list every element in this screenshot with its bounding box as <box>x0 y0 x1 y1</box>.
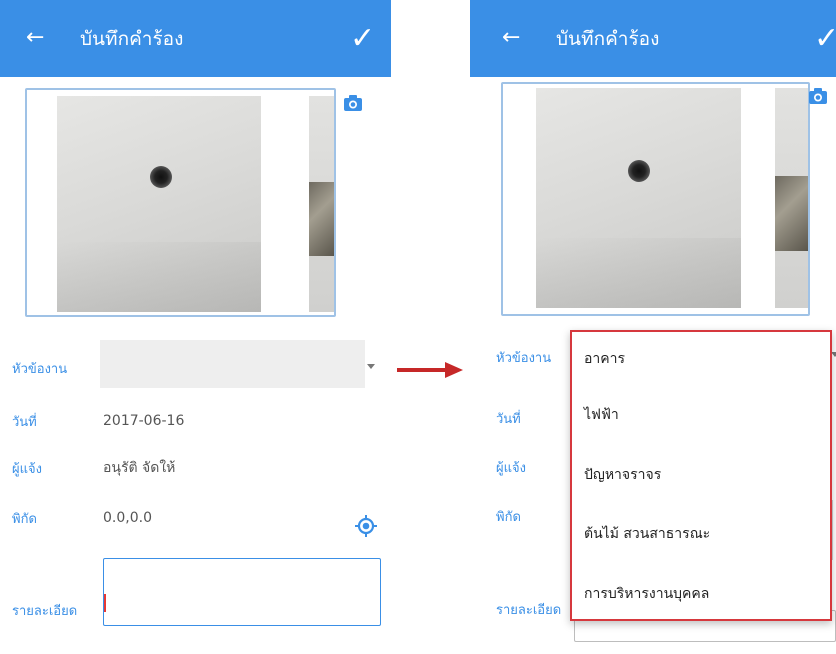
date-value: 2017-06-16 <box>103 413 185 429</box>
dropdown-option[interactable]: อาคาร <box>584 352 625 366</box>
photo-thumbnail[interactable] <box>536 88 741 308</box>
check-icon[interactable]: ✓ <box>814 24 836 54</box>
details-textarea[interactable] <box>103 558 381 626</box>
photo-shadow <box>57 242 261 312</box>
coords-value: 0.0,0.0 <box>103 510 152 526</box>
chevron-down-icon[interactable] <box>367 364 375 369</box>
photo-shadow <box>536 238 741 308</box>
camera-icon[interactable] <box>809 88 827 104</box>
date-label: วันที่ <box>12 415 37 430</box>
photo-thumbnail-partial[interactable] <box>309 96 334 312</box>
topic-dropdown-menu: อาคาร ไฟฟ้า ปัญหาจราจร ต้นไม้ สวนสาธารณะ… <box>570 330 832 621</box>
topic-select[interactable] <box>100 340 365 388</box>
text-cursor <box>104 594 106 612</box>
app-bar: ← บันทึกคำร้อง ✓ <box>0 0 391 77</box>
ceiling-light <box>150 166 172 188</box>
app-bar: ← บันทึกคำร้อง ✓ <box>470 0 836 77</box>
topic-label: หัวข้องาน <box>496 351 552 366</box>
photo-beam <box>309 182 334 256</box>
reporter-label: ผู้แจ้ง <box>12 462 42 477</box>
screen-after: ← บันทึกคำร้อง ✓ หัวข้องาน วันที่ ผู้แจ้… <box>470 0 836 654</box>
photo-gallery[interactable] <box>501 82 810 316</box>
details-label: รายละเอียด <box>12 604 78 619</box>
dropdown-option[interactable]: ไฟฟ้า <box>584 408 619 422</box>
photo-thumbnail[interactable] <box>57 96 261 312</box>
page-title: บันทึกคำร้อง <box>556 28 660 50</box>
dropdown-option[interactable]: การบริหารงานบุคคล <box>584 587 709 601</box>
arrow-left-icon[interactable]: ← <box>26 27 44 49</box>
screen-before: ← บันทึกคำร้อง ✓ หัวข้องาน วันที่ 2017-0… <box>0 0 391 654</box>
topic-label: หัวข้องาน <box>12 362 68 377</box>
details-label: รายละเอียด <box>496 603 562 618</box>
check-icon[interactable]: ✓ <box>350 24 375 54</box>
dropdown-option[interactable]: ปัญหาจราจร <box>584 468 661 482</box>
page-title: บันทึกคำร้อง <box>80 28 184 50</box>
reporter-label: ผู้แจ้ง <box>496 461 526 476</box>
photo-thumbnail-partial[interactable] <box>775 88 808 308</box>
date-label: วันที่ <box>496 412 521 427</box>
photo-gallery[interactable] <box>25 88 336 317</box>
location-icon-edge <box>832 500 833 560</box>
ceiling-light <box>628 160 650 182</box>
right-arrow-icon <box>397 362 463 378</box>
gps-target-icon[interactable] <box>355 515 377 537</box>
dropdown-option[interactable]: ต้นไม้ สวนสาธารณะ <box>584 527 710 541</box>
coords-label: พิกัด <box>496 510 521 525</box>
reporter-value: อนุรัติ จัดให้ <box>103 460 176 476</box>
coords-label: พิกัด <box>12 512 37 527</box>
camera-icon[interactable] <box>344 95 362 111</box>
photo-beam <box>775 176 808 251</box>
arrow-left-icon[interactable]: ← <box>502 27 520 49</box>
